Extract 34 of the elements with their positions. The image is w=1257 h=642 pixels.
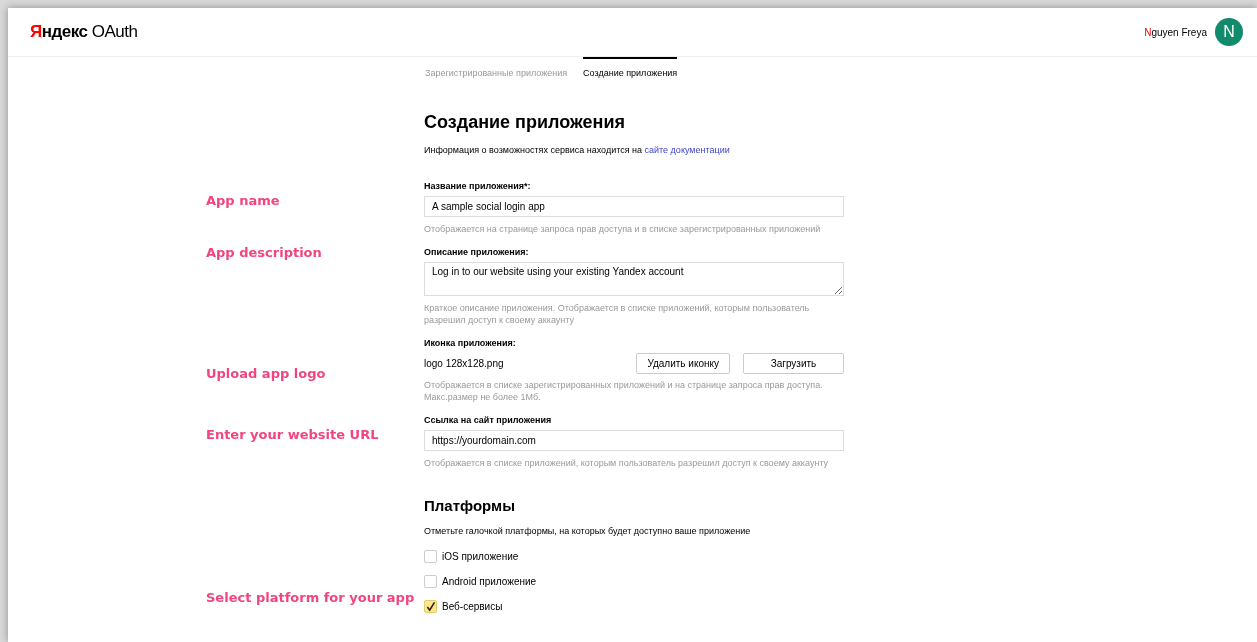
input-field[interactable]: A sample social login app xyxy=(424,196,844,217)
file-name: logo 128x128.png xyxy=(424,357,505,369)
section-description: Отметьте галочкой платформы, на которых будет доступно ваше приложение xyxy=(424,526,752,536)
textarea-field[interactable]: Log in to our website using your existing Yandex account xyxy=(424,262,844,296)
form-button[interactable]: Загрузить xyxy=(743,352,844,374)
annotation-label: App name xyxy=(205,192,281,210)
user-name[interactable]: Nguyen Freya xyxy=(1144,26,1207,38)
field-label: Название приложения*: xyxy=(424,181,532,191)
field-label: Иконка приложения: xyxy=(424,338,517,348)
field-hint: Отображается в списке зарегистрированных приложений и на странице запроса прав доступа. Макс.размер не более 1Мб. xyxy=(424,379,824,403)
annotation-label: Select platform for your app xyxy=(205,589,416,607)
page-title: Создание приложения xyxy=(424,112,626,133)
annotation-label: Enter your website URL xyxy=(205,426,380,444)
field-label: Ссылка на сайт приложения xyxy=(424,415,553,425)
documentation-link[interactable]: сайте документации xyxy=(644,145,730,155)
checkbox[interactable] xyxy=(424,575,437,588)
tab[interactable]: Создание приложения xyxy=(583,57,678,82)
logo[interactable]: Яндекс OAuth xyxy=(30,22,138,42)
intro-text: Информация о возможностях сервиса находится на сайте документации xyxy=(424,145,731,155)
annotation-label: Upload app logo xyxy=(205,365,327,383)
field-hint: Отображается на странице запроса прав доступа и в списке зарегистрированных приложений xyxy=(424,223,822,235)
field-label: Описание приложения: xyxy=(424,247,530,257)
form-button[interactable]: Удалить иконку xyxy=(636,352,730,374)
section-title: Платформы xyxy=(424,497,516,514)
checkbox-label[interactable]: iOS приложение xyxy=(442,551,519,562)
checkbox-label[interactable]: Android приложение xyxy=(442,576,537,587)
field-hint: Краткое описание приложения. Отображается в списке приложений, которым пользователь разрешил доступ к своему аккаунту xyxy=(424,302,811,326)
annotation-label: App description xyxy=(205,244,323,262)
input-field[interactable]: https://yourdomain.com xyxy=(424,430,844,451)
checkbox[interactable] xyxy=(424,550,437,563)
checkbox-label[interactable]: Веб-сервисы xyxy=(442,601,503,612)
checkbox[interactable] xyxy=(424,600,437,613)
field-hint: Отображается в списке приложений, которым пользователь разрешил доступ к своему аккаунту xyxy=(424,457,830,469)
user-avatar[interactable]: N xyxy=(1215,18,1243,46)
